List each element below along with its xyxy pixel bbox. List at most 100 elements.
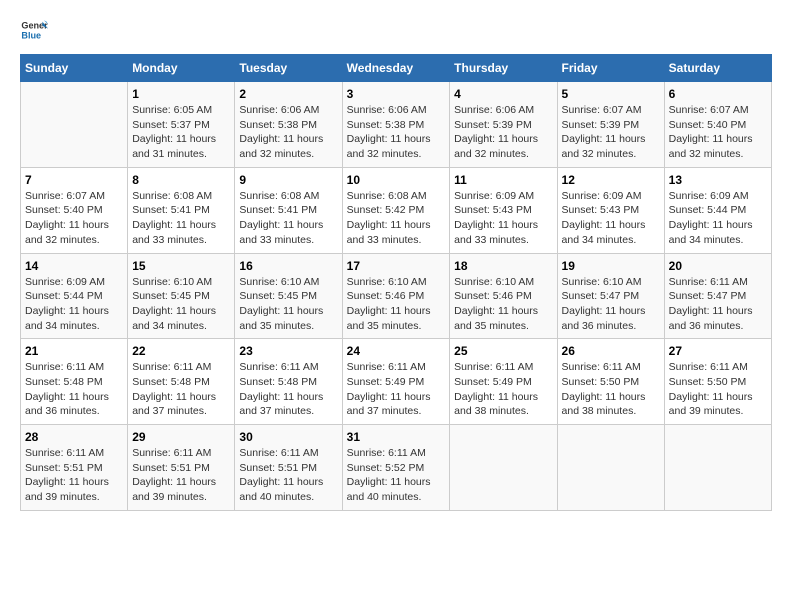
day-number: 25 (454, 344, 552, 358)
calendar-cell: 24 Sunrise: 6:11 AMSunset: 5:49 PMDayligh… (342, 339, 450, 425)
calendar-cell: 16 Sunrise: 6:10 AMSunset: 5:45 PMDayligh… (235, 253, 342, 339)
calendar-cell: 5 Sunrise: 6:07 AMSunset: 5:39 PMDaylight… (557, 82, 664, 168)
calendar-cell: 14 Sunrise: 6:09 AMSunset: 5:44 PMDayligh… (21, 253, 128, 339)
day-number: 12 (562, 173, 660, 187)
calendar-cell: 30 Sunrise: 6:11 AMSunset: 5:51 PMDayligh… (235, 425, 342, 511)
day-content: Sunrise: 6:11 AMSunset: 5:48 PMDaylight:… (239, 360, 337, 419)
logo-icon: General Blue (20, 16, 48, 44)
calendar-week-1: 1 Sunrise: 6:05 AMSunset: 5:37 PMDaylight… (21, 82, 772, 168)
day-number: 18 (454, 259, 552, 273)
day-content: Sunrise: 6:07 AMSunset: 5:40 PMDaylight:… (25, 189, 123, 248)
day-number: 7 (25, 173, 123, 187)
day-number: 5 (562, 87, 660, 101)
day-number: 30 (239, 430, 337, 444)
day-number: 13 (669, 173, 767, 187)
header-thursday: Thursday (450, 55, 557, 82)
day-number: 31 (347, 430, 446, 444)
calendar-cell: 18 Sunrise: 6:10 AMSunset: 5:46 PMDayligh… (450, 253, 557, 339)
calendar-cell (21, 82, 128, 168)
day-number: 8 (132, 173, 230, 187)
calendar-cell: 7 Sunrise: 6:07 AMSunset: 5:40 PMDaylight… (21, 167, 128, 253)
calendar-cell (664, 425, 771, 511)
day-content: Sunrise: 6:08 AMSunset: 5:41 PMDaylight:… (239, 189, 337, 248)
calendar-cell (450, 425, 557, 511)
calendar-cell: 29 Sunrise: 6:11 AMSunset: 5:51 PMDayligh… (128, 425, 235, 511)
day-content: Sunrise: 6:06 AMSunset: 5:38 PMDaylight:… (239, 103, 337, 162)
calendar-week-5: 28 Sunrise: 6:11 AMSunset: 5:51 PMDayligh… (21, 425, 772, 511)
calendar-cell: 25Sunrise: 6:11 AMSunset: 5:49 PMDayligh… (450, 339, 557, 425)
day-content: Sunrise: 6:05 AMSunset: 5:37 PMDaylight:… (132, 103, 230, 162)
day-number: 21 (25, 344, 123, 358)
day-number: 24 (347, 344, 446, 358)
day-number: 9 (239, 173, 337, 187)
day-content: Sunrise: 6:10 AMSunset: 5:46 PMDaylight:… (347, 275, 446, 334)
calendar-week-4: 21 Sunrise: 6:11 AMSunset: 5:48 PMDayligh… (21, 339, 772, 425)
calendar-cell: 4 Sunrise: 6:06 AMSunset: 5:39 PMDaylight… (450, 82, 557, 168)
calendar-cell: 8 Sunrise: 6:08 AMSunset: 5:41 PMDaylight… (128, 167, 235, 253)
day-content: Sunrise: 6:10 AMSunset: 5:46 PMDaylight:… (454, 275, 552, 334)
day-content: Sunrise: 6:08 AMSunset: 5:42 PMDaylight:… (347, 189, 446, 248)
day-content: Sunrise: 6:06 AMSunset: 5:39 PMDaylight:… (454, 103, 552, 162)
calendar-cell: 19Sunrise: 6:10 AMSunset: 5:47 PMDayligh… (557, 253, 664, 339)
day-content: Sunrise: 6:11 AMSunset: 5:50 PMDaylight:… (562, 360, 660, 419)
calendar-cell: 15 Sunrise: 6:10 AMSunset: 5:45 PMDayligh… (128, 253, 235, 339)
day-content: Sunrise: 6:11 AMSunset: 5:48 PMDaylight:… (25, 360, 123, 419)
day-number: 6 (669, 87, 767, 101)
day-content: Sunrise: 6:08 AMSunset: 5:41 PMDaylight:… (132, 189, 230, 248)
calendar-cell: 31 Sunrise: 6:11 AMSunset: 5:52 PMDayligh… (342, 425, 450, 511)
day-content: Sunrise: 6:11 AMSunset: 5:51 PMDaylight:… (25, 446, 123, 505)
calendar-cell: 6 Sunrise: 6:07 AMSunset: 5:40 PMDaylight… (664, 82, 771, 168)
header-friday: Friday (557, 55, 664, 82)
header-tuesday: Tuesday (235, 55, 342, 82)
header-monday: Monday (128, 55, 235, 82)
calendar-cell (557, 425, 664, 511)
day-content: Sunrise: 6:11 AMSunset: 5:51 PMDaylight:… (132, 446, 230, 505)
svg-text:Blue: Blue (21, 30, 41, 40)
day-content: Sunrise: 6:11 AMSunset: 5:48 PMDaylight:… (132, 360, 230, 419)
calendar-cell: 2 Sunrise: 6:06 AMSunset: 5:38 PMDaylight… (235, 82, 342, 168)
day-content: Sunrise: 6:11 AMSunset: 5:49 PMDaylight:… (347, 360, 446, 419)
day-content: Sunrise: 6:10 AMSunset: 5:47 PMDaylight:… (562, 275, 660, 334)
calendar-week-2: 7 Sunrise: 6:07 AMSunset: 5:40 PMDaylight… (21, 167, 772, 253)
calendar-cell: 23Sunrise: 6:11 AMSunset: 5:48 PMDayligh… (235, 339, 342, 425)
day-number: 2 (239, 87, 337, 101)
day-content: Sunrise: 6:10 AMSunset: 5:45 PMDaylight:… (239, 275, 337, 334)
day-content: Sunrise: 6:11 AMSunset: 5:52 PMDaylight:… (347, 446, 446, 505)
day-number: 15 (132, 259, 230, 273)
day-number: 11 (454, 173, 552, 187)
header-wednesday: Wednesday (342, 55, 450, 82)
calendar-header-row: SundayMondayTuesdayWednesdayThursdayFrid… (21, 55, 772, 82)
calendar-cell: 10Sunrise: 6:08 AMSunset: 5:42 PMDayligh… (342, 167, 450, 253)
calendar-cell: 22 Sunrise: 6:11 AMSunset: 5:48 PMDayligh… (128, 339, 235, 425)
day-content: Sunrise: 6:07 AMSunset: 5:40 PMDaylight:… (669, 103, 767, 162)
calendar-cell: 9 Sunrise: 6:08 AMSunset: 5:41 PMDaylight… (235, 167, 342, 253)
day-number: 28 (25, 430, 123, 444)
calendar-cell: 27 Sunrise: 6:11 AMSunset: 5:50 PMDayligh… (664, 339, 771, 425)
calendar-cell: 12Sunrise: 6:09 AMSunset: 5:43 PMDayligh… (557, 167, 664, 253)
day-number: 29 (132, 430, 230, 444)
day-content: Sunrise: 6:11 AMSunset: 5:50 PMDaylight:… (669, 360, 767, 419)
day-number: 3 (347, 87, 446, 101)
day-number: 22 (132, 344, 230, 358)
day-content: Sunrise: 6:11 AMSunset: 5:51 PMDaylight:… (239, 446, 337, 505)
day-content: Sunrise: 6:11 AMSunset: 5:47 PMDaylight:… (669, 275, 767, 334)
calendar-cell: 13 Sunrise: 6:09 AMSunset: 5:44 PMDayligh… (664, 167, 771, 253)
day-number: 14 (25, 259, 123, 273)
day-content: Sunrise: 6:09 AMSunset: 5:44 PMDaylight:… (669, 189, 767, 248)
day-content: Sunrise: 6:09 AMSunset: 5:43 PMDaylight:… (454, 189, 552, 248)
page-header: General Blue (20, 16, 772, 44)
day-number: 17 (347, 259, 446, 273)
calendar-cell: 1 Sunrise: 6:05 AMSunset: 5:37 PMDaylight… (128, 82, 235, 168)
calendar-cell: 28 Sunrise: 6:11 AMSunset: 5:51 PMDayligh… (21, 425, 128, 511)
day-number: 1 (132, 87, 230, 101)
calendar-table: SundayMondayTuesdayWednesdayThursdayFrid… (20, 54, 772, 511)
day-number: 27 (669, 344, 767, 358)
day-content: Sunrise: 6:09 AMSunset: 5:44 PMDaylight:… (25, 275, 123, 334)
day-number: 26 (562, 344, 660, 358)
day-content: Sunrise: 6:10 AMSunset: 5:45 PMDaylight:… (132, 275, 230, 334)
day-number: 16 (239, 259, 337, 273)
day-number: 4 (454, 87, 552, 101)
logo: General Blue (20, 16, 52, 44)
header-sunday: Sunday (21, 55, 128, 82)
day-content: Sunrise: 6:07 AMSunset: 5:39 PMDaylight:… (562, 103, 660, 162)
